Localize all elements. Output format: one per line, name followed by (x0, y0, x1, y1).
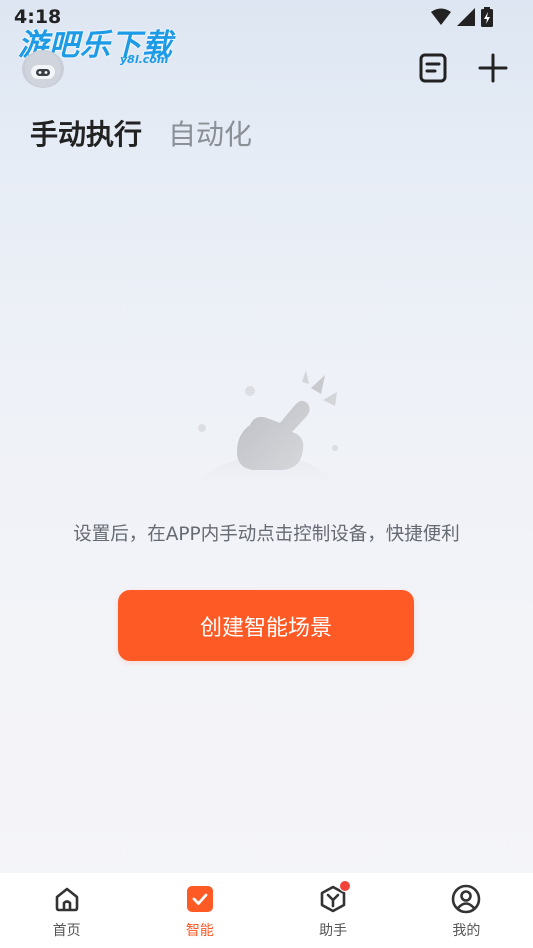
profile-icon (451, 884, 481, 914)
battery-icon (481, 7, 493, 31)
nav-label-smart: 智能 (185, 923, 214, 939)
tap-hand-icon (175, 370, 360, 500)
notification-badge (339, 880, 352, 892)
smart-check-icon (185, 884, 215, 914)
avatar[interactable] (22, 50, 64, 88)
empty-state-message: 设置后，在APP内手动点击控制设备，快捷便利 (73, 524, 460, 545)
nav-item-smart[interactable]: 智能 (133, 873, 266, 948)
robot-avatar-icon (25, 51, 61, 87)
watermark-subtitle: y8l.com (120, 53, 169, 66)
nav-label-profile: 我的 (452, 923, 481, 939)
nav-item-profile[interactable]: 我的 (400, 873, 533, 948)
document-icon (419, 53, 447, 83)
nav-label-home: 首页 (52, 923, 81, 939)
nav-item-home[interactable]: 首页 (0, 873, 133, 948)
status-icons (431, 7, 493, 31)
add-button[interactable] (477, 52, 509, 84)
nav-item-assistant[interactable]: 助手 (267, 873, 400, 948)
home-icon (52, 884, 82, 914)
header-actions (417, 52, 509, 84)
tab-manual[interactable]: 手动执行 (30, 113, 142, 153)
nav-label-assistant: 助手 (319, 923, 348, 939)
signal-icon (457, 8, 475, 30)
document-button[interactable] (417, 52, 449, 84)
assistant-icon (318, 880, 352, 914)
create-smart-scene-button[interactable]: 创建智能场景 (118, 590, 414, 661)
tab-automation[interactable]: 自动化 (168, 113, 252, 153)
bottom-nav: 首页 智能 助手 我的 (0, 873, 533, 948)
scene-tabs: 手动执行 自动化 (30, 113, 252, 153)
wifi-icon (431, 8, 451, 30)
plus-icon (478, 53, 508, 83)
